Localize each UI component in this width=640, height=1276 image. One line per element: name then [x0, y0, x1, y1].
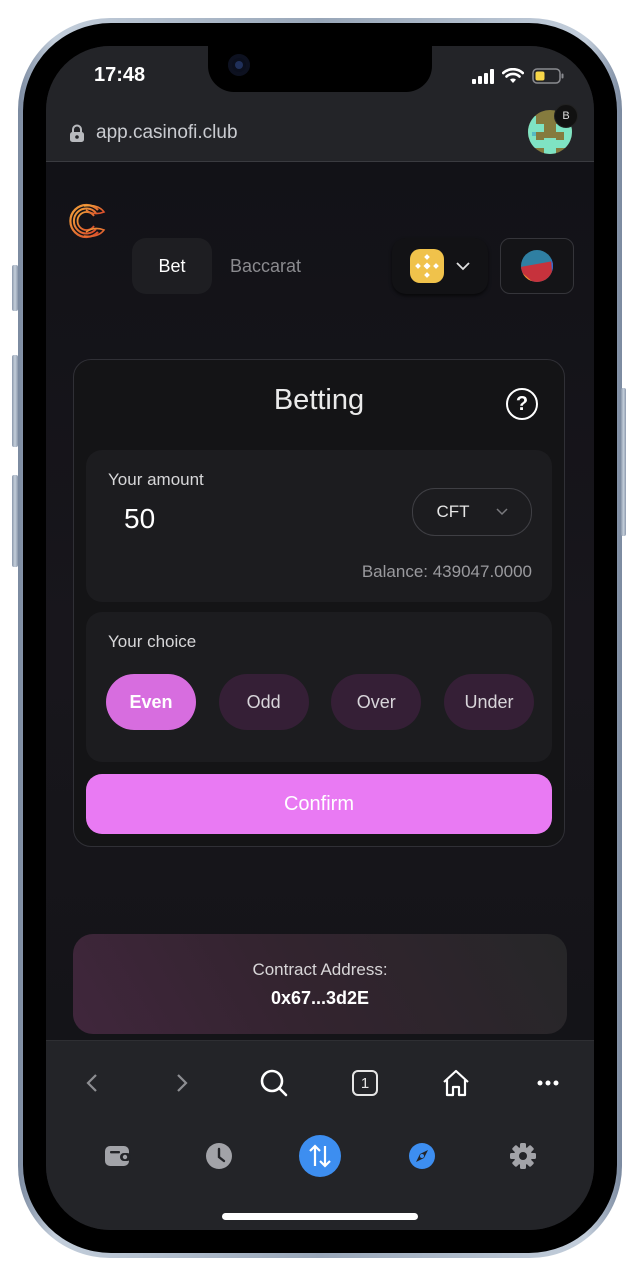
chevron-right-icon [177, 1074, 188, 1092]
gear-icon [510, 1143, 536, 1169]
network-selector[interactable] [392, 238, 488, 294]
clock-icon [206, 1143, 232, 1169]
bnb-chain-icon [410, 249, 444, 283]
home-button[interactable] [434, 1061, 478, 1105]
home-indicator[interactable] [222, 1213, 418, 1220]
choice-under[interactable]: Under [443, 674, 534, 730]
contract-address-card: Contract Address: 0x67...3d2E [73, 934, 567, 1034]
volume-up-button [12, 355, 18, 447]
choice-even[interactable]: Even [106, 674, 196, 730]
more-dots-icon [537, 1080, 559, 1086]
dock-history[interactable] [196, 1133, 242, 1179]
mute-switch [12, 265, 18, 311]
dapp-content: Bet Baccarat Betting ? Your amount 50 CF… [46, 162, 594, 1042]
browser-nav-row: 1 [46, 1061, 594, 1105]
balance-text: Balance: 439047.0000 [361, 562, 532, 581]
power-button [621, 388, 626, 536]
tabs-button[interactable]: 1 [343, 1061, 387, 1105]
browser-top-bar: 17:48 app.casinofi.club B [46, 46, 594, 162]
profile-badge: B [554, 104, 578, 128]
choice-odd[interactable]: Odd [218, 674, 309, 730]
search-icon [260, 1069, 288, 1097]
choice-panel: Your choice Even Odd Over Under [86, 612, 552, 762]
search-button[interactable] [252, 1061, 296, 1105]
url-text[interactable]: app.casinofi.club [96, 122, 238, 144]
screen: 17:48 app.casinofi.club B Bet Baccarat B… [46, 46, 594, 1230]
betting-card: Betting ? Your amount CFT Balance: 43904… [73, 359, 565, 847]
wifi-icon [502, 68, 524, 83]
lock-icon [70, 124, 84, 142]
cellular-signal-icon [472, 68, 494, 84]
back-button[interactable] [70, 1061, 114, 1105]
tab-baccarat[interactable]: Baccarat [220, 238, 311, 294]
help-icon[interactable]: ? [506, 388, 538, 420]
chevron-down-icon [495, 508, 508, 516]
confirm-button[interactable]: Confirm [86, 774, 552, 834]
status-time: 17:48 [94, 64, 146, 86]
volume-down-button [12, 475, 18, 567]
contract-label: Contract Address: [252, 960, 388, 979]
amount-label: Your amount [108, 470, 204, 489]
wallet-avatar-icon [521, 250, 553, 282]
chevron-left-icon [86, 1074, 97, 1092]
dock-settings[interactable] [500, 1133, 546, 1179]
status-icons [472, 68, 564, 84]
wallet-icon [105, 1146, 131, 1166]
wallet-dock [46, 1133, 594, 1179]
choice-group: Even Odd Over Under [106, 674, 534, 730]
chevron-down-icon [456, 262, 470, 271]
dock-swap[interactable] [297, 1133, 343, 1179]
battery-icon [532, 68, 564, 84]
dock-discover[interactable] [399, 1133, 445, 1179]
wallet-account-button[interactable] [500, 238, 574, 294]
forward-button[interactable] [160, 1061, 204, 1105]
contract-address[interactable]: 0x67...3d2E [73, 988, 567, 1009]
home-icon [443, 1069, 469, 1097]
casinofi-logo-icon[interactable] [64, 200, 106, 242]
front-camera [228, 54, 250, 76]
more-button[interactable] [526, 1061, 570, 1105]
compass-icon [409, 1143, 435, 1169]
dock-wallet[interactable] [95, 1133, 141, 1179]
swap-arrows-icon [299, 1135, 341, 1177]
choice-over[interactable]: Over [331, 674, 422, 730]
profile-avatar[interactable]: B [528, 104, 578, 154]
token-label: CFT [436, 502, 470, 521]
amount-panel: Your amount CFT Balance: 439047.0000 [86, 450, 552, 602]
address-bar[interactable]: app.casinofi.club [68, 122, 238, 144]
card-title: Betting [273, 384, 365, 416]
tabs-icon: 1 [352, 1070, 378, 1096]
browser-bottom-bar: 1 [46, 1040, 594, 1230]
choice-label: Your choice [108, 632, 197, 651]
amount-input[interactable] [122, 502, 326, 536]
token-selector[interactable]: CFT [412, 488, 532, 536]
tab-bet[interactable]: Bet [132, 238, 212, 294]
